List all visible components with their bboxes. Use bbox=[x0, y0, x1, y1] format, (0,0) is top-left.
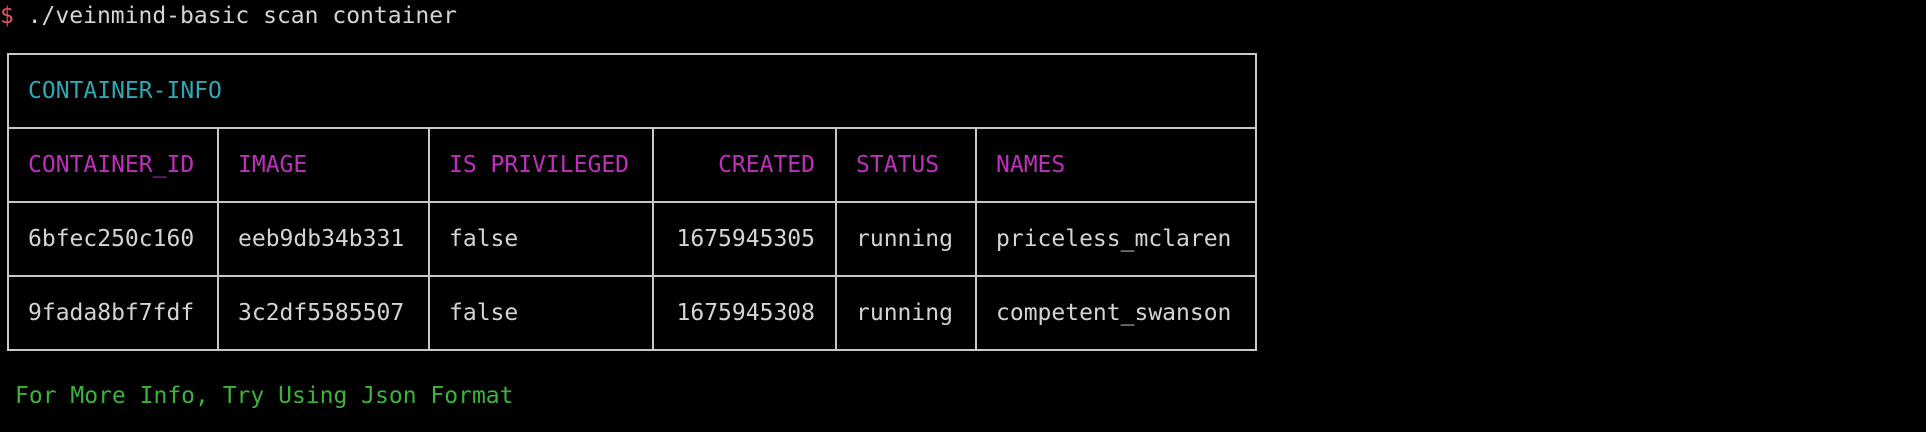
cell-names: competent_swanson bbox=[975, 275, 1257, 351]
container-info-table: CONTAINER-INFO CONTAINER_ID IMAGE IS PRI… bbox=[7, 53, 1257, 351]
header-container-id: CONTAINER_ID bbox=[7, 127, 219, 203]
header-image: IMAGE bbox=[217, 127, 430, 203]
table-row: 9fada8bf7fdf 3c2df5585507 false 16759453… bbox=[7, 275, 1257, 351]
table-header-row: CONTAINER_ID IMAGE IS PRIVILEGED CREATED… bbox=[7, 127, 1257, 203]
cell-is-privileged: false bbox=[428, 201, 654, 277]
header-status: STATUS bbox=[835, 127, 977, 203]
cell-created: 1675945305 bbox=[652, 201, 837, 277]
header-is-privileged: IS PRIVILEGED bbox=[428, 127, 654, 203]
cell-is-privileged: false bbox=[428, 275, 654, 351]
cell-image: 3c2df5585507 bbox=[217, 275, 430, 351]
table-title-row: CONTAINER-INFO bbox=[7, 53, 1257, 129]
footer-message: For More Info, Try Using Json Format bbox=[15, 383, 514, 409]
table-row: 6bfec250c160 eeb9db34b331 false 16759453… bbox=[7, 201, 1257, 277]
prompt-symbol: $ bbox=[0, 3, 14, 29]
cell-status: running bbox=[835, 275, 977, 351]
header-names: NAMES bbox=[975, 127, 1257, 203]
cell-created: 1675945308 bbox=[652, 275, 837, 351]
cell-container-id: 6bfec250c160 bbox=[7, 201, 219, 277]
cell-container-id: 9fada8bf7fdf bbox=[7, 275, 219, 351]
cell-names: priceless_mclaren bbox=[975, 201, 1257, 277]
command-line: $ ./veinmind-basic scan container bbox=[0, 0, 457, 32]
header-created: CREATED bbox=[652, 127, 837, 203]
cell-status: running bbox=[835, 201, 977, 277]
cell-image: eeb9db34b331 bbox=[217, 201, 430, 277]
table-title: CONTAINER-INFO bbox=[7, 53, 1257, 129]
command-text: ./veinmind-basic scan container bbox=[13, 3, 457, 29]
